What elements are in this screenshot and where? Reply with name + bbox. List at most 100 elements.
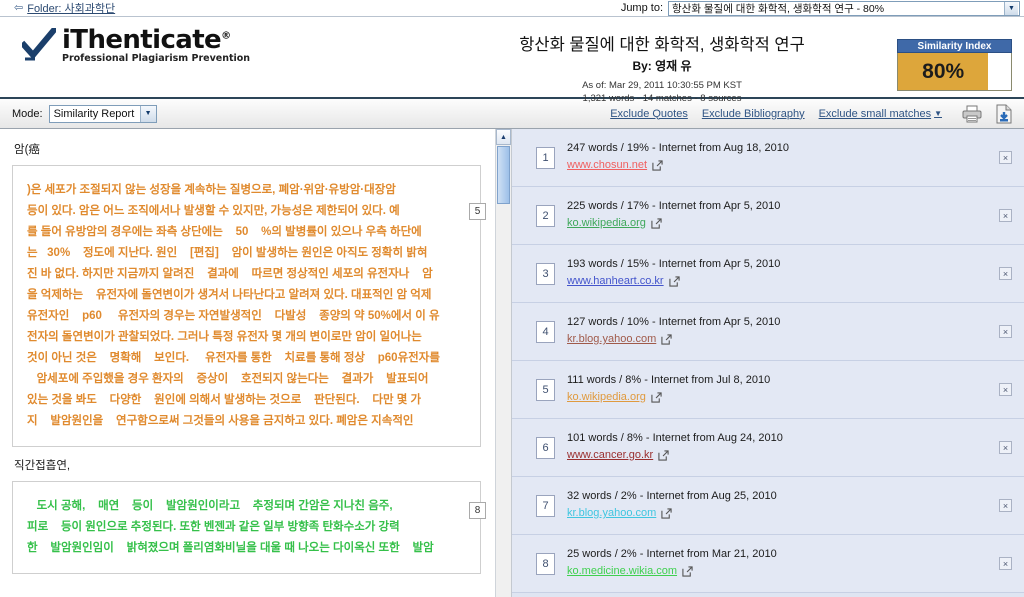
paragraph-line: 있는 것을 봐도 다양한 원인에 의해서 발생하는 것으로 판단된다. 다만 몇…	[27, 394, 422, 406]
paragraph-line: 피로 등이 원인으로 추정된다. 또한 벤젠과 같은 일부 방향족 탄화수소가 …	[27, 521, 400, 533]
matched-paragraph-1[interactable]: 5 )은 세포가 조절되지 않는 성장을 계속하는 질병으로, 폐암·위암·유방…	[12, 165, 486, 447]
source-exclude-button[interactable]: ×	[999, 383, 1012, 396]
source-exclude-button[interactable]: ×	[999, 151, 1012, 164]
brand-tagline: Professional Plagiarism Prevention	[62, 53, 251, 64]
source-row[interactable]: 5 111 words / 8% - Internet from Jul 8, 2…	[512, 361, 1024, 419]
external-link-icon[interactable]	[668, 276, 680, 288]
source-meta: 25 words / 2% - Internet from Mar 21, 20…	[567, 548, 777, 561]
external-link-icon[interactable]	[661, 334, 672, 346]
mode-select[interactable]: Similarity Report ▼	[48, 104, 157, 123]
source-url-link[interactable]: ko.wikipedia.org	[567, 390, 646, 406]
source-meta: 111 words / 8% - Internet from Jul 8, 20…	[567, 374, 771, 387]
source-number[interactable]: 6	[536, 436, 555, 459]
download-icon	[996, 104, 1012, 123]
source-url-line: ko.wikipedia.org	[567, 216, 999, 232]
source-row[interactable]: 2 225 words / 17% - Internet from Apr 5, …	[512, 187, 1024, 245]
brand-name: iThenticate	[62, 25, 222, 55]
source-exclude-button[interactable]: ×	[999, 325, 1012, 338]
source-details: 32 words / 2% - Internet from Aug 25, 20…	[567, 489, 999, 522]
source-exclude-button[interactable]: ×	[999, 499, 1012, 512]
source-url-link[interactable]: kr.blog.yahoo.com	[567, 332, 656, 348]
chevron-down-icon[interactable]: ▼	[139, 105, 156, 122]
paragraph-1-text: )은 세포가 조절되지 않는 성장을 계속하는 질병으로, 폐암·위암·유방암·…	[27, 180, 468, 432]
document-pane: 암(癌 5 )은 세포가 조절되지 않는 성장을 계속하는 질병으로, 폐암·위…	[0, 129, 512, 597]
source-url-line: kr.blog.yahoo.com	[567, 506, 999, 522]
exclude-bibliography-link[interactable]: Exclude Bibliography	[702, 108, 805, 120]
source-row[interactable]: 1 247 words / 19% - Internet from Aug 18,…	[512, 129, 1024, 187]
report-body: 암(癌 5 )은 세포가 조절되지 않는 성장을 계속하는 질병으로, 폐암·위…	[0, 129, 1024, 597]
source-number[interactable]: 3	[536, 262, 555, 285]
source-exclude-button[interactable]: ×	[999, 209, 1012, 222]
printer-icon	[962, 105, 982, 122]
document-scrollbar[interactable]: ▲	[495, 129, 511, 597]
source-exclude-button[interactable]: ×	[999, 557, 1012, 570]
external-link-icon[interactable]	[652, 160, 663, 172]
source-row[interactable]: 8 25 words / 2% - Internet from Mar 21, 2…	[512, 535, 1024, 593]
source-url-link[interactable]: ko.wikipedia.org	[567, 216, 646, 232]
source-url-line: ko.medicine.wikia.com	[567, 564, 999, 580]
checkmark-icon	[22, 28, 56, 61]
source-url-link[interactable]: www.cancer.go.kr	[567, 448, 653, 464]
scroll-up-button[interactable]: ▲	[496, 129, 511, 145]
source-exclude-button[interactable]: ×	[999, 267, 1012, 280]
source-number[interactable]: 2	[536, 204, 555, 227]
match-number-badge[interactable]: 5	[469, 203, 486, 220]
source-row[interactable]: 4 127 words / 10% - Internet from Apr 5, …	[512, 303, 1024, 361]
source-meta: 193 words / 15% - Internet from Apr 5, 2…	[567, 258, 781, 271]
ithenticate-report-window: ⇦ Folder: 사회과학단 Jump to: 항산화 물질에 대한 화학적,…	[0, 0, 1024, 597]
paragraph-line: 것이 아닌 것은 명확해 보인다. 유전자를 통한 치료를 통해 정상 p60유…	[27, 352, 440, 364]
jump-to-label: Jump to:	[620, 2, 663, 14]
paragraph-line: 전자의 돌연변이가 관찰되었다. 그러나 특정 유전자 몇 개의 변이로만 암이…	[27, 331, 422, 343]
mode-control: Mode: Similarity Report ▼	[12, 104, 157, 123]
top-navigation-bar: ⇦ Folder: 사회과학단 Jump to: 항산화 물질에 대한 화학적,…	[0, 0, 1024, 17]
similarity-index-title: Similarity Index	[897, 39, 1012, 53]
paragraph-line: 한 발암원인임이 밝혀졌으며 폴리염화비닐을 대울 때 나오는 다이옥신 또한 …	[27, 542, 434, 554]
source-url-link[interactable]: ko.medicine.wikia.com	[567, 564, 677, 580]
source-details: 127 words / 10% - Internet from Apr 5, 2…	[567, 315, 999, 348]
source-row[interactable]: 7 32 words / 2% - Internet from Aug 25, 2…	[512, 477, 1024, 535]
jump-to-control: Jump to: 항산화 물질에 대한 화학적, 생화학적 연구 - 80% ▼	[620, 0, 1020, 16]
external-link-icon[interactable]	[658, 450, 669, 462]
similarity-index-remainder	[988, 53, 1011, 90]
source-details: 111 words / 8% - Internet from Jul 8, 20…	[567, 373, 999, 406]
source-row[interactable]: 3 193 words / 15% - Internet from Apr 5, …	[512, 245, 1024, 303]
external-link-icon[interactable]	[661, 508, 672, 520]
exclude-quotes-link[interactable]: Exclude Quotes	[610, 108, 688, 120]
source-url-line: www.chosun.net	[567, 158, 999, 174]
source-number[interactable]: 5	[536, 378, 555, 401]
match-number-badge[interactable]: 8	[469, 502, 486, 519]
source-meta: 32 words / 2% - Internet from Aug 25, 20…	[567, 490, 777, 503]
source-number[interactable]: 8	[536, 552, 555, 575]
exclude-small-matches-link[interactable]: Exclude small matches ▼	[819, 108, 942, 120]
paragraph-line: 암세포에 주입했을 경우 환자의 증상이 호전되지 않는다는 결과가 발표되어	[27, 373, 429, 385]
paragraph-line: )은 세포가 조절되지 않는 성장을 계속하는 질병으로, 폐암·위암·유방암·…	[27, 184, 396, 196]
source-url-link[interactable]: www.hanheart.co.kr	[567, 274, 664, 290]
source-url-line: www.hanheart.co.kr	[567, 274, 999, 290]
matched-paragraph-2[interactable]: 8 도시 공해, 매연 등이 발암원인이라고 추정되며 간암은 지나친 음주, 피…	[12, 481, 486, 574]
external-link-icon[interactable]	[651, 392, 662, 404]
source-number[interactable]: 4	[536, 320, 555, 343]
source-row[interactable]: 6 101 words / 8% - Internet from Aug 24, …	[512, 419, 1024, 477]
source-meta: 225 words / 17% - Internet from Apr 5, 2…	[567, 200, 781, 213]
source-url-link[interactable]: www.chosun.net	[567, 158, 647, 174]
scrollbar-thumb[interactable]	[497, 146, 510, 204]
paragraph-line: 등이 있다. 암은 어느 조직에서나 발생할 수 있지만, 가능성은 제한되어 …	[27, 205, 400, 217]
jump-to-select[interactable]: 항산화 물질에 대한 화학적, 생화학적 연구 - 80% ▼	[668, 0, 1020, 16]
registered-mark: ®	[221, 30, 231, 42]
paragraph-line: 는 30% 정도에 지난다. 원인 [편집] 암이 발생하는 원인은 아직도 정…	[27, 247, 428, 259]
chevron-down-icon: ▼	[934, 109, 942, 118]
folder-breadcrumb[interactable]: ⇦ Folder: 사회과학단	[14, 0, 115, 16]
chevron-down-icon[interactable]: ▼	[1004, 1, 1018, 15]
paragraph-line: 도시 공해, 매연 등이 발암원인이라고 추정되며 간암은 지나친 음주,	[27, 500, 393, 512]
report-header: iThenticate® Professional Plagiarism Pre…	[0, 17, 1024, 104]
source-url-line: www.cancer.go.kr	[567, 448, 999, 464]
external-link-icon[interactable]	[651, 218, 662, 230]
source-number[interactable]: 7	[536, 494, 555, 517]
external-link-icon[interactable]	[682, 566, 693, 578]
source-number[interactable]: 1	[536, 146, 555, 169]
folder-link-label[interactable]: Folder: 사회과학단	[27, 0, 115, 16]
mode-label: Mode:	[12, 107, 43, 120]
source-meta: 247 words / 19% - Internet from Aug 18, …	[567, 142, 789, 155]
source-url-link[interactable]: kr.blog.yahoo.com	[567, 506, 656, 522]
source-exclude-button[interactable]: ×	[999, 441, 1012, 454]
